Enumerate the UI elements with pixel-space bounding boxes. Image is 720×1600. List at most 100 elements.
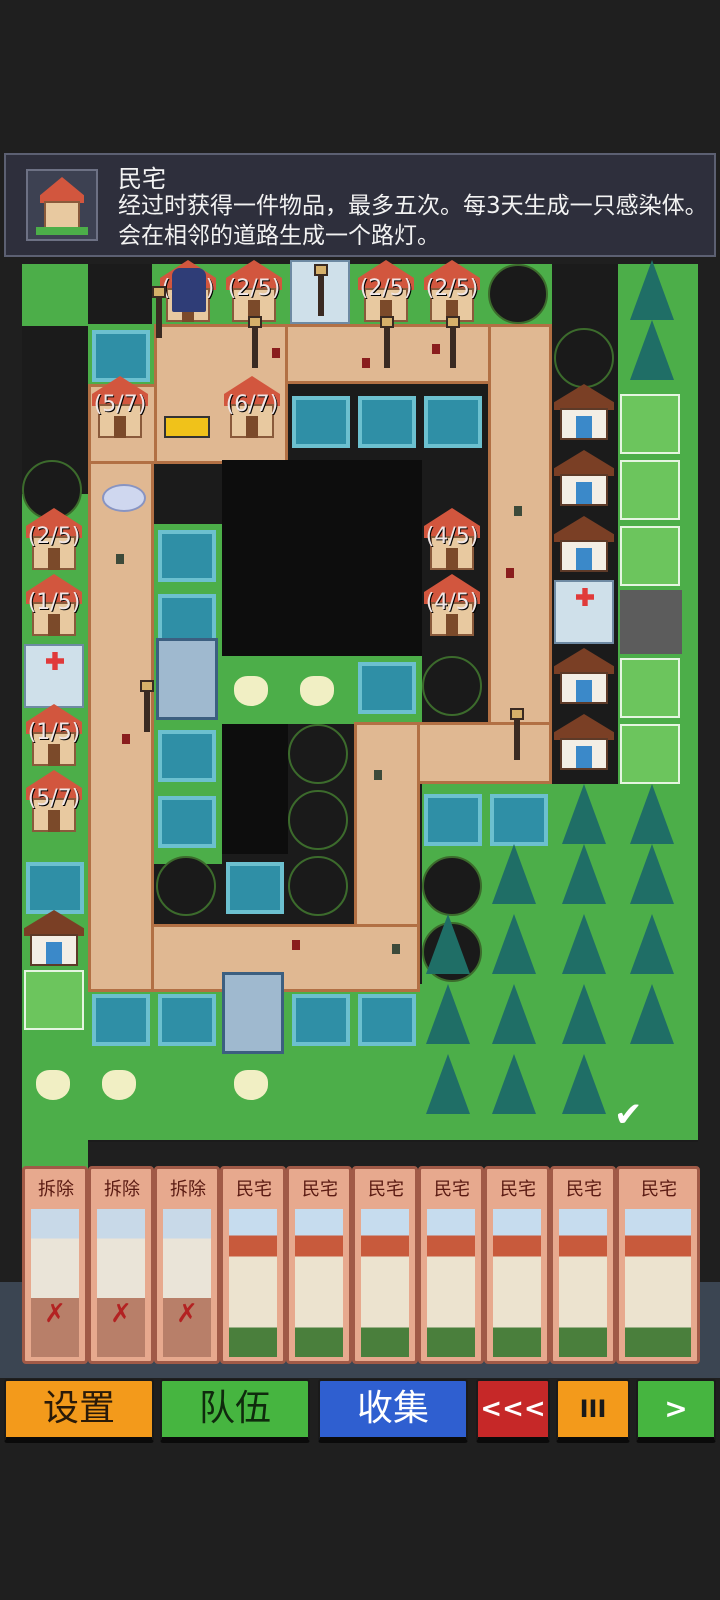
sports-field: [620, 394, 680, 454]
card-residence[interactable]: 民宅: [286, 1166, 352, 1364]
pause-button[interactable]: III: [556, 1379, 630, 1443]
tree-icon: [492, 844, 536, 904]
street-lamp: [152, 286, 166, 338]
card-residence[interactable]: 民宅: [484, 1166, 550, 1364]
residence-uses-label: (4/5): [425, 524, 479, 549]
card-residence[interactable]: 民宅: [550, 1166, 616, 1364]
tooltip-panel: 民宅 经过时获得一件物品，最多五次。每3天生成一只感染体。会在相邻的道路生成一个…: [4, 153, 716, 257]
residence-uses-label: (2/5): [27, 524, 81, 549]
infected-unit: [292, 940, 300, 950]
rewind-button[interactable]: <<<: [476, 1379, 550, 1443]
residence-building[interactable]: (1/5): [24, 704, 84, 768]
infected-unit: [392, 944, 400, 954]
empty-slot[interactable]: [422, 856, 482, 916]
tree-icon: [630, 914, 674, 974]
residence-building[interactable]: (1/5): [24, 574, 84, 638]
pool-tile: [92, 994, 150, 1046]
demolish-mark-icon: ✗: [44, 1299, 66, 1329]
infected-unit: [432, 344, 440, 354]
bone-icon: [102, 1070, 136, 1100]
street-lamp: [380, 316, 394, 368]
card-residence[interactable]: 民宅: [352, 1166, 418, 1364]
play-button[interactable]: >: [636, 1379, 716, 1443]
villa-building[interactable]: [554, 514, 614, 574]
bone-icon: [234, 1070, 268, 1100]
villa-building[interactable]: [554, 382, 614, 442]
card-art: [295, 1209, 343, 1357]
card-label: 拆除: [170, 1179, 206, 1200]
residence-uses-label: (2/5): [425, 276, 479, 301]
bone-icon: [234, 676, 268, 706]
team-button[interactable]: 队伍: [160, 1379, 310, 1443]
card-demolish[interactable]: 拆除 ✗: [88, 1166, 154, 1364]
card-label: 拆除: [104, 1179, 140, 1200]
card-art: [229, 1209, 277, 1357]
card-residence[interactable]: 民宅: [220, 1166, 286, 1364]
tower-building[interactable]: [156, 638, 218, 720]
infected-unit: [362, 358, 370, 368]
tree-icon: [492, 1054, 536, 1114]
empty-slot[interactable]: [288, 856, 348, 916]
pool-tile: [490, 794, 548, 846]
hospital-building[interactable]: [554, 580, 614, 644]
game-map[interactable]: (2/5) (2/5) (2/5) (2/5) (5/7) (6/7) (2/5…: [22, 260, 698, 1274]
villa-building[interactable]: [24, 908, 84, 968]
residence-uses-label: (4/5): [425, 590, 479, 615]
villa-building[interactable]: [554, 646, 614, 706]
villa-building[interactable]: [554, 712, 614, 772]
infected-unit: [116, 554, 124, 564]
card-label: 民宅: [641, 1179, 677, 1200]
card-art: [493, 1209, 541, 1357]
parking-lot: [620, 590, 682, 654]
empty-slot[interactable]: [422, 656, 482, 716]
residence-uses-label: (2/5): [359, 276, 413, 301]
residence-building[interactable]: (6/7): [222, 376, 282, 440]
sports-field: [24, 970, 84, 1030]
tower-building[interactable]: [222, 972, 284, 1054]
settings-button[interactable]: 设置: [4, 1379, 154, 1443]
residence-building[interactable]: (4/5): [422, 574, 482, 638]
pool-tile: [158, 796, 216, 848]
infected-unit: [374, 770, 382, 780]
card-art: [625, 1209, 691, 1357]
residence-building[interactable]: (2/5): [422, 260, 482, 324]
card-residence[interactable]: 民宅: [616, 1166, 700, 1364]
residence-uses-label: (2/5): [227, 276, 281, 301]
residence-building[interactable]: (2/5): [356, 260, 416, 324]
fountain: [102, 484, 146, 512]
bus-icon: [164, 416, 210, 438]
street-lamp: [314, 264, 328, 316]
empty-slot[interactable]: [288, 724, 348, 784]
tree-icon: [492, 914, 536, 974]
empty-slot[interactable]: [288, 790, 348, 850]
empty-slot[interactable]: [156, 856, 216, 916]
check-icon: ✔: [614, 1095, 643, 1135]
residence-uses-label: (5/7): [27, 786, 81, 811]
pool-tile: [158, 994, 216, 1046]
card-label: 民宅: [368, 1179, 404, 1200]
tree-icon: [562, 844, 606, 904]
residence-building[interactable]: (2/5): [24, 508, 84, 572]
card-art: [427, 1209, 475, 1357]
empty-slot[interactable]: [554, 328, 614, 388]
tree-icon: [426, 984, 470, 1044]
empty-slot[interactable]: [488, 264, 548, 324]
pool-tile: [92, 330, 150, 382]
card-residence[interactable]: 民宅: [418, 1166, 484, 1364]
residence-building[interactable]: (4/5): [422, 508, 482, 572]
residence-building[interactable]: (2/5): [224, 260, 284, 324]
tree-icon: [630, 784, 674, 844]
card-label: 民宅: [500, 1179, 536, 1200]
infected-unit: [272, 348, 280, 358]
street-lamp: [248, 316, 262, 368]
sports-field: [620, 460, 680, 520]
demolish-mark-icon: ✗: [110, 1299, 132, 1329]
villa-building[interactable]: [554, 448, 614, 508]
residence-building[interactable]: (5/7): [90, 376, 150, 440]
residence-building[interactable]: (5/7): [24, 770, 84, 834]
collection-button[interactable]: 收集: [318, 1379, 468, 1443]
card-demolish[interactable]: 拆除 ✗: [22, 1166, 88, 1364]
tree-icon: [562, 784, 606, 844]
hospital-building[interactable]: [24, 644, 84, 708]
card-demolish[interactable]: 拆除 ✗: [154, 1166, 220, 1364]
